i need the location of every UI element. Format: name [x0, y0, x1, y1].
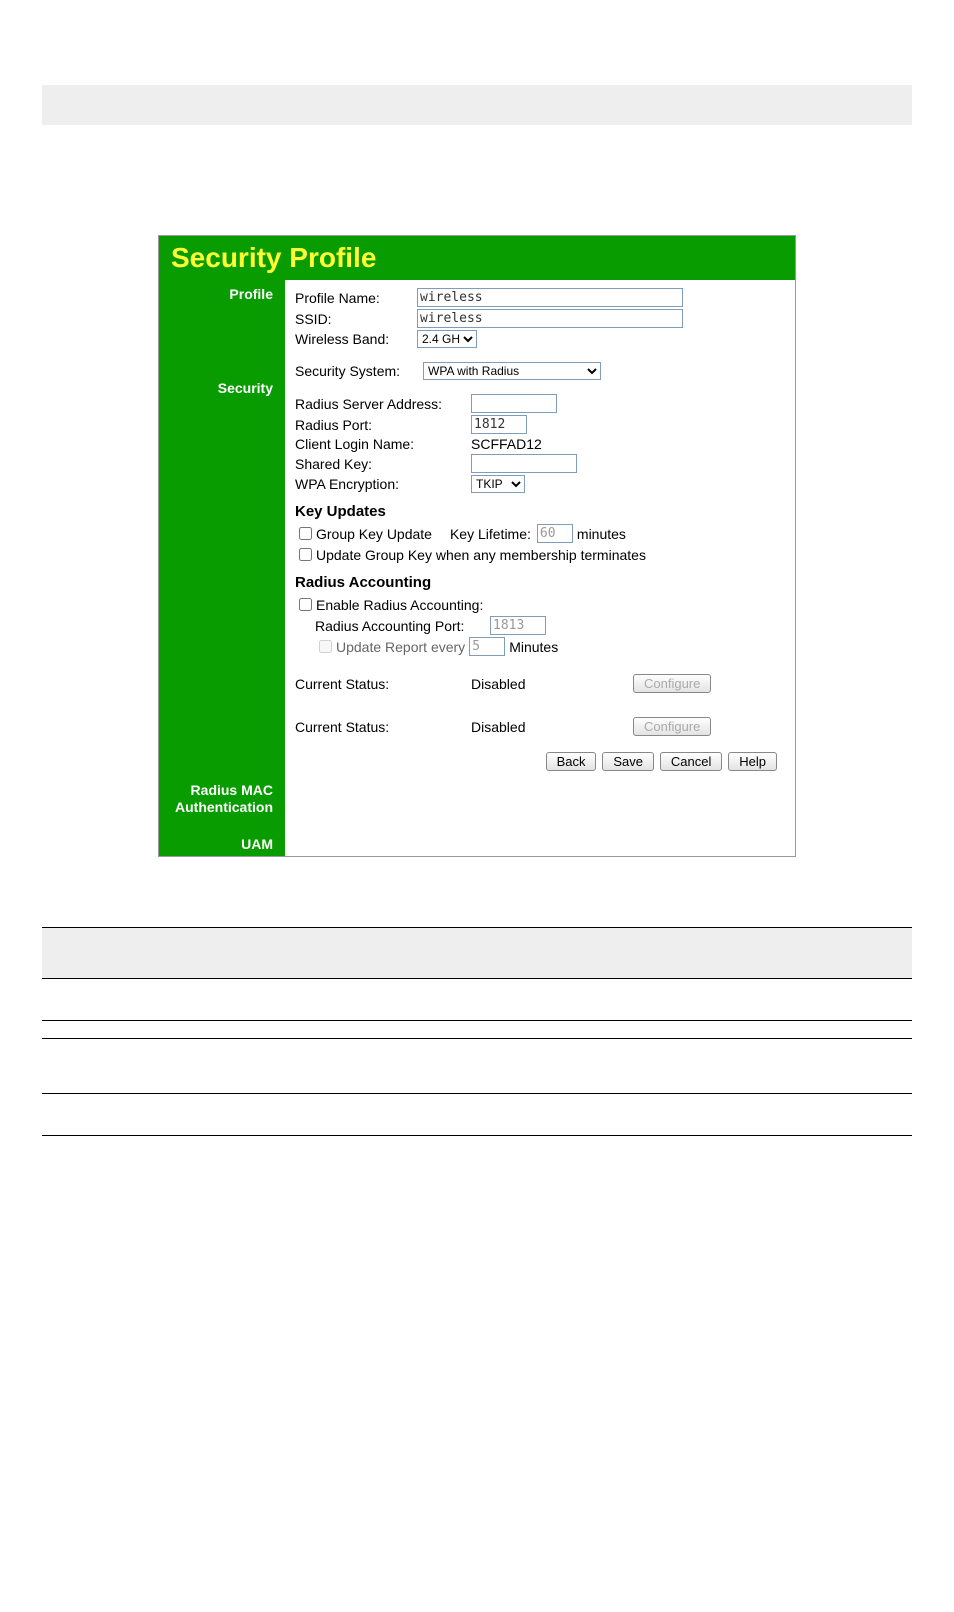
shared-key-label: Shared Key: — [295, 456, 471, 472]
security-system-label: Security System: — [295, 363, 423, 379]
table-row — [42, 1135, 912, 1152]
ssid-input[interactable] — [417, 309, 683, 328]
help-button[interactable]: Help — [728, 752, 777, 771]
radius-mac-status-label: Current Status: — [295, 676, 471, 692]
enable-radius-accounting-checkbox[interactable] — [299, 598, 312, 611]
table-row — [42, 1038, 912, 1093]
uam-status-label: Current Status: — [295, 719, 471, 735]
section-label-profile: Profile — [159, 282, 279, 306]
wpa-encryption-label: WPA Encryption: — [295, 476, 471, 492]
radius-accounting-heading: Radius Accounting — [295, 574, 785, 591]
form-content: Profile Name: SSID: Wireless Band: 2.4 G… — [285, 280, 795, 856]
radius-port-label: Radius Port: — [295, 417, 471, 433]
update-group-key-checkbox[interactable] — [299, 548, 312, 561]
update-group-key-label: Update Group Key when any membership ter… — [316, 547, 646, 563]
radius-server-address-label: Radius Server Address: — [295, 396, 471, 412]
key-lifetime-input[interactable] — [537, 524, 573, 543]
profile-name-input[interactable] — [417, 288, 683, 307]
doc-table — [42, 927, 912, 1152]
shared-key-input[interactable] — [471, 454, 577, 473]
client-login-name-value: SCFFAD12 — [471, 436, 542, 452]
update-report-every-checkbox[interactable] — [319, 640, 332, 653]
radius-server-address-input[interactable] — [471, 394, 557, 413]
page-header-bar — [42, 85, 912, 125]
profile-name-label: Profile Name: — [295, 290, 417, 306]
panel-title-bar: Security Profile — [159, 236, 795, 280]
group-key-update-label: Group Key Update — [316, 526, 432, 542]
key-lifetime-label: Key Lifetime: — [450, 526, 531, 542]
section-labels-column: Profile Security Radius MAC Authenticati… — [159, 280, 285, 856]
section-label-uam: UAM — [159, 832, 279, 856]
update-report-every-input[interactable] — [469, 637, 505, 656]
table-row — [42, 978, 912, 1020]
cancel-button[interactable]: Cancel — [660, 752, 722, 771]
minutes-label: minutes — [577, 526, 626, 542]
enable-radius-accounting-label: Enable Radius Accounting: — [316, 597, 483, 613]
save-button[interactable]: Save — [602, 752, 654, 771]
client-login-name-label: Client Login Name: — [295, 436, 471, 452]
radius-mac-status-value: Disabled — [471, 676, 631, 692]
wpa-encryption-select[interactable]: TKIP — [471, 475, 525, 493]
wireless-band-select[interactable]: 2.4 GHz — [417, 330, 477, 348]
update-report-every-label: Update Report every — [336, 639, 465, 655]
group-key-update-checkbox[interactable] — [299, 527, 312, 540]
footer-buttons: Back Save Cancel Help — [295, 738, 785, 781]
back-button[interactable]: Back — [546, 752, 597, 771]
radius-accounting-port-label: Radius Accounting Port: — [315, 618, 490, 634]
uam-status-value: Disabled — [471, 719, 631, 735]
doc-table-header — [42, 927, 912, 978]
security-system-select[interactable]: WPA with Radius — [423, 362, 601, 380]
section-label-security: Security — [159, 376, 279, 400]
section-label-radius-mac: Radius MAC Authentication — [159, 778, 279, 820]
security-profile-panel: Security Profile Profile Security Radius… — [158, 235, 796, 857]
radius-accounting-port-input[interactable] — [490, 616, 546, 635]
wireless-band-label: Wireless Band: — [295, 331, 417, 347]
table-row — [42, 1020, 912, 1038]
panel-title: Security Profile — [171, 242, 783, 274]
radius-port-input[interactable] — [471, 415, 527, 434]
table-row — [42, 1093, 912, 1135]
minutes-label-2: Minutes — [509, 639, 558, 655]
radius-mac-configure-button[interactable]: Configure — [633, 674, 711, 693]
uam-configure-button[interactable]: Configure — [633, 717, 711, 736]
ssid-label: SSID: — [295, 311, 417, 327]
key-updates-heading: Key Updates — [295, 503, 785, 520]
